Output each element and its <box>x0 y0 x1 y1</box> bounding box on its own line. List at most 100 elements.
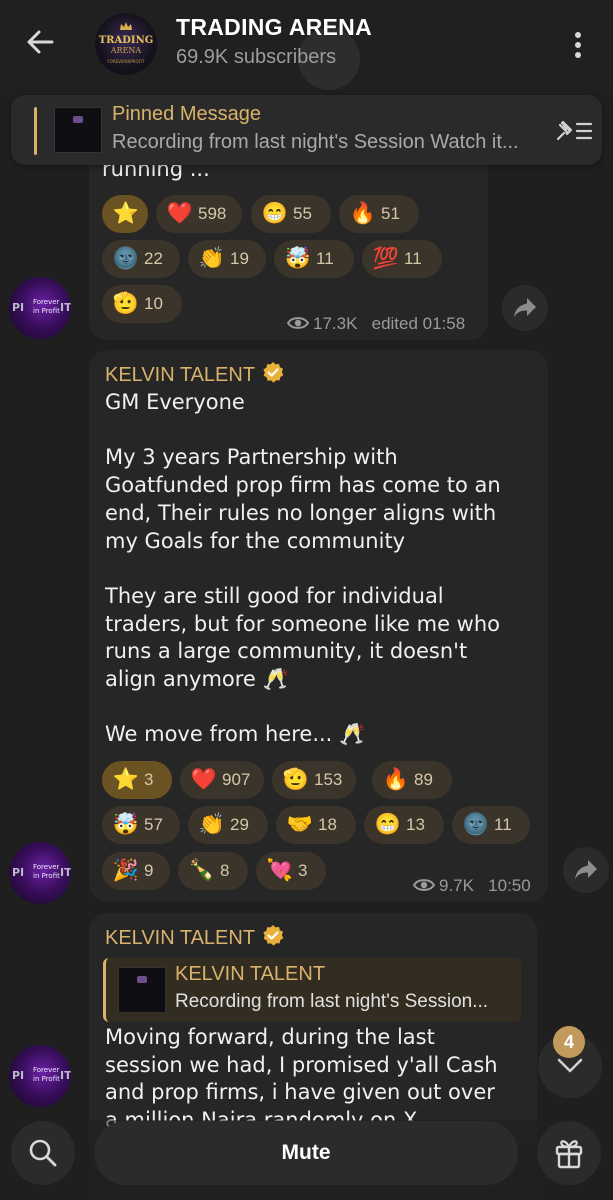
reaction-heart[interactable]: ❤️ 907 <box>180 761 264 799</box>
quote-text: Recording from last night's Session... <box>175 991 489 1012</box>
reaction-heart-arrow[interactable]: 💘 3 <box>256 852 326 890</box>
reaction-count: 51 <box>381 204 400 223</box>
reaction-heart[interactable]: ❤️ 598 <box>156 195 242 233</box>
reaction-count: 89 <box>414 770 433 789</box>
pinned-text: Recording from last night's Session Watc… <box>112 131 519 153</box>
channel-title[interactable]: TRADING ARENA <box>176 14 372 41</box>
gift-button[interactable] <box>537 1121 601 1185</box>
salute-icon: 🫡 <box>112 292 140 315</box>
message-time: edited 01:58 <box>371 314 466 333</box>
reaction-clap[interactable]: 👏 19 <box>188 240 266 278</box>
reaction-count: 11 <box>404 249 422 268</box>
reaction-fire[interactable]: 🔥 51 <box>339 195 419 233</box>
moon-face-icon: 🌚 <box>112 247 140 270</box>
unread-badge: 4 <box>553 1026 585 1058</box>
reaction-fire[interactable]: 🔥 89 <box>372 761 452 799</box>
mute-button[interactable]: Mute <box>94 1121 518 1185</box>
verified-badge-icon <box>263 925 284 946</box>
party-popper-icon: 🎉 <box>112 859 140 882</box>
pinned-message-bar[interactable]: Pinned Message Recording from last night… <box>11 95 602 165</box>
gift-icon <box>555 1140 583 1169</box>
grin-icon: 😁 <box>261 202 289 225</box>
reaction-count: 598 <box>198 204 227 223</box>
fire-icon: 🔥 <box>349 202 377 225</box>
pinned-thumbnail <box>54 107 102 153</box>
reaction-mindblown[interactable]: 🤯 57 <box>102 806 180 844</box>
reaction-count: 13 <box>406 815 425 834</box>
reply-quote[interactable]: KELVIN TALENT Recording from last night'… <box>103 958 521 1022</box>
views-count: 17.3K <box>313 314 358 333</box>
reaction-grin[interactable]: 😁 55 <box>251 195 331 233</box>
reaction-hundred[interactable]: 💯 11 <box>362 240 442 278</box>
reaction-count: 11 <box>494 815 512 834</box>
channel-avatar[interactable]: TRADING ARENA FOREVERINPROFIT <box>95 13 157 75</box>
sender-name[interactable]: KELVIN TALENT <box>105 924 285 950</box>
reaction-count: 55 <box>293 204 312 223</box>
share-arrow-icon <box>514 298 536 318</box>
heart-icon: ❤️ <box>190 768 218 791</box>
pinned-indicator <box>34 107 37 155</box>
message-bubble[interactable]: KELVIN TALENT GM Everyone My 3 years Par… <box>89 350 548 902</box>
quote-thumbnail <box>118 967 166 1013</box>
message-meta: 17.3K edited 01:58 <box>287 314 465 334</box>
champagne-icon: 🍾 <box>188 859 216 882</box>
reaction-champagne[interactable]: 🍾 8 <box>178 852 248 890</box>
views-eye-icon <box>287 317 309 329</box>
verified-badge-icon <box>263 362 284 383</box>
reaction-star[interactable]: ⭐ 3 <box>102 761 172 799</box>
reaction-count: 153 <box>314 770 343 789</box>
mind-blown-icon: 🤯 <box>112 813 140 836</box>
reaction-count: 57 <box>144 815 163 834</box>
reaction-moon[interactable]: 🌚 11 <box>452 806 530 844</box>
forward-button[interactable] <box>502 285 548 331</box>
reaction-count: 29 <box>230 815 249 834</box>
reaction-count: 11 <box>316 249 334 268</box>
sender-avatar[interactable]: PI Forever in Profit IT <box>9 842 71 904</box>
star-icon: ⭐ <box>112 202 140 225</box>
views-count: 9.7K <box>439 876 474 895</box>
reaction-salute[interactable]: 🫡 153 <box>272 761 356 799</box>
grin-icon: 😁 <box>374 813 402 836</box>
reaction-count: 3 <box>144 770 154 789</box>
more-menu-icon[interactable] <box>566 28 590 62</box>
reaction-count: 8 <box>220 861 230 880</box>
chevron-down-icon <box>557 1058 583 1073</box>
star-icon: ⭐ <box>112 768 140 791</box>
fire-icon: 🔥 <box>382 768 410 791</box>
sender-name[interactable]: KELVIN TALENT <box>105 361 285 387</box>
reaction-handshake[interactable]: 🤝 18 <box>276 806 356 844</box>
handshake-icon: 🤝 <box>286 813 314 836</box>
back-arrow-icon[interactable] <box>22 24 58 60</box>
pin-list-icon[interactable] <box>555 118 593 144</box>
clap-icon: 👏 <box>198 813 226 836</box>
forward-button[interactable] <box>563 847 609 893</box>
reaction-party[interactable]: 🎉 9 <box>102 852 170 890</box>
reaction-count: 3 <box>298 861 308 880</box>
reaction-salute[interactable]: 🫡 10 <box>102 285 182 323</box>
quote-sender: KELVIN TALENT <box>175 963 326 985</box>
search-icon <box>29 1139 57 1167</box>
reaction-moon[interactable]: 🌚 22 <box>102 240 180 278</box>
heart-icon: ❤️ <box>166 202 194 225</box>
reaction-star[interactable]: ⭐ <box>102 195 148 233</box>
search-button[interactable] <box>11 1121 75 1185</box>
moon-face-icon: 🌚 <box>462 813 490 836</box>
reaction-grin[interactable]: 😁 13 <box>364 806 444 844</box>
pinned-title: Pinned Message <box>112 103 261 125</box>
message-time: 10:50 <box>488 876 531 895</box>
reaction-count: 18 <box>318 815 337 834</box>
reaction-count: 19 <box>230 249 249 268</box>
clap-icon: 👏 <box>198 247 226 270</box>
message-text: GM Everyone My 3 years Partnership with … <box>105 390 501 747</box>
sender-avatar[interactable]: PI Forever in Profit IT <box>9 1045 71 1107</box>
reaction-mindblown[interactable]: 🤯 11 <box>274 240 354 278</box>
subscriber-count: 69.9K subscribers <box>176 46 337 68</box>
chat-header: TRADING ARENA FOREVERINPROFIT TRADING AR… <box>0 0 613 90</box>
crown-icon <box>120 22 132 30</box>
mind-blown-icon: 🤯 <box>284 247 312 270</box>
message-meta: 9.7K 10:50 <box>413 876 531 896</box>
views-eye-icon <box>413 879 435 891</box>
share-arrow-icon <box>575 860 597 880</box>
sender-avatar[interactable]: PI Forever in Profit IT <box>9 277 71 339</box>
reaction-clap[interactable]: 👏 29 <box>188 806 268 844</box>
